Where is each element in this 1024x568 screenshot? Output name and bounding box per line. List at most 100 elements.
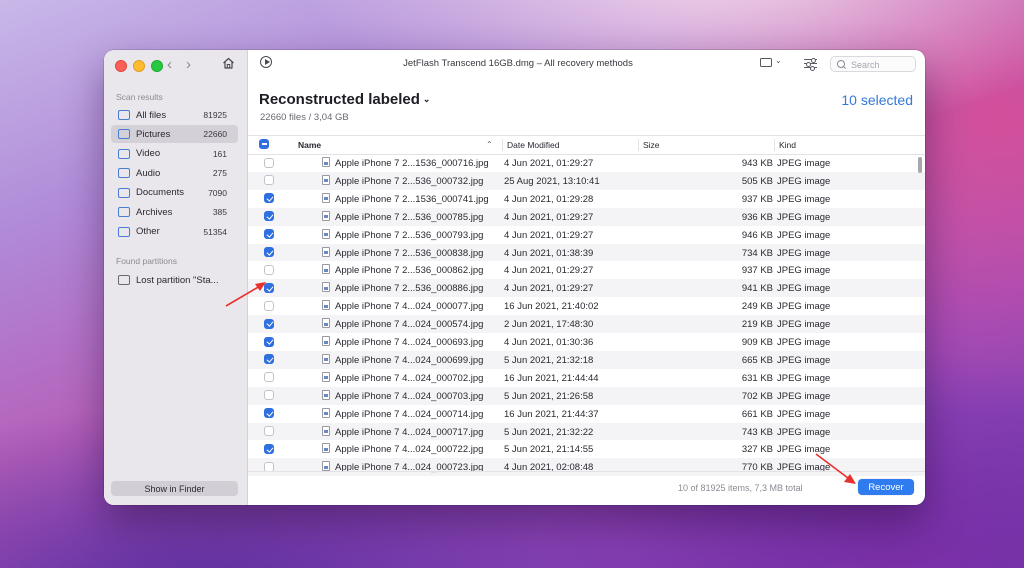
jpeg-file-icon — [322, 336, 330, 346]
recover-button[interactable]: Recover — [858, 479, 914, 495]
file-size: 505 KB — [741, 175, 773, 187]
row-checkbox[interactable] — [264, 426, 274, 436]
sidebar-item-archives[interactable]: Archives 385 — [111, 203, 238, 221]
file-name: Apple iPhone 7 2...536_000886.jpg — [335, 283, 484, 295]
row-checkbox[interactable] — [264, 372, 274, 383]
file-name: Apple iPhone 7 2...536_000862.jpg — [335, 265, 484, 277]
row-checkbox[interactable] — [264, 157, 274, 168]
table-row[interactable]: Apple iPhone 7 4...024_000077.jpg 16 Jun … — [248, 297, 925, 315]
row-checkbox[interactable] — [264, 443, 274, 454]
column-kind[interactable]: Kind — [779, 140, 796, 150]
column-size[interactable]: Size — [643, 140, 660, 150]
file-name: Apple iPhone 7 4...024_000717.jpg — [335, 426, 484, 438]
file-size: 734 KB — [741, 247, 773, 259]
file-size: 937 KB — [741, 193, 773, 205]
other-icon — [118, 226, 130, 237]
sidebar-item-documents[interactable]: Documents 7090 — [111, 184, 238, 202]
table-row[interactable]: Apple iPhone 7 4...024_000574.jpg 2 Jun 2… — [248, 315, 925, 333]
sidebar-item-audio[interactable]: Audio 275 — [111, 164, 238, 182]
file-kind: JPEG image — [777, 372, 831, 384]
file-date-modified: 4 Jun 2021, 01:29:27 — [504, 211, 594, 223]
sidebar-item-other[interactable]: Other 51354 — [111, 223, 238, 241]
select-all-checkbox[interactable] — [259, 139, 269, 149]
filter-sliders-icon[interactable] — [804, 57, 817, 71]
show-in-finder-button[interactable]: Show in Finder — [111, 481, 238, 496]
file-size: 946 KB — [741, 229, 773, 241]
back-chevron-icon[interactable]: ‹ — [167, 56, 172, 73]
sidebar-item-all-files[interactable]: All files 81925 — [111, 106, 238, 124]
sidebar-item-lost-partition[interactable]: Lost partition "Sta... — [111, 271, 238, 289]
row-checkbox[interactable] — [264, 336, 274, 347]
table-row[interactable]: Apple iPhone 7 2...536_000886.jpg 4 Jun 2… — [248, 279, 925, 298]
file-kind: JPEG image — [777, 229, 831, 241]
file-size: 936 KB — [741, 211, 773, 223]
jpeg-file-icon — [322, 389, 330, 400]
scan-results-heading: Scan results — [116, 92, 163, 102]
sidebar-item-label: All files — [136, 109, 167, 121]
table-row[interactable]: Apple iPhone 7 2...536_000785.jpg 4 Jun 2… — [248, 207, 925, 226]
table-row[interactable]: Apple iPhone 7 2...536_000732.jpg 25 Aug … — [248, 171, 925, 190]
file-name: Apple iPhone 7 2...536_000732.jpg — [335, 175, 484, 187]
table-row[interactable]: Apple iPhone 7 2...536_000862.jpg 4 Jun 2… — [248, 261, 925, 279]
file-kind: JPEG image — [777, 265, 831, 277]
row-checkbox[interactable] — [264, 229, 274, 240]
sidebar-item-label: Other — [136, 226, 160, 237]
row-checkbox[interactable] — [264, 354, 274, 365]
sidebar-item-label: Pictures — [136, 128, 171, 140]
table-row[interactable]: Apple iPhone 7 4...024_000703.jpg 5 Jun 2… — [248, 386, 925, 405]
column-separator — [638, 139, 639, 151]
search-input[interactable] — [849, 58, 915, 72]
table-row[interactable]: Apple iPhone 7 2...1536_000741.jpg 4 Jun … — [248, 190, 925, 208]
table-row[interactable]: Apple iPhone 7 4...024_000714.jpg 16 Jun … — [248, 405, 925, 423]
home-icon[interactable] — [222, 57, 235, 69]
table-row[interactable]: Apple iPhone 7 2...536_000793.jpg 4 Jun 2… — [248, 226, 925, 244]
file-date-modified: 5 Jun 2021, 21:32:18 — [504, 354, 594, 366]
window-title: JetFlash Transcend 16GB.dmg – All recove… — [403, 58, 633, 69]
file-size: 743 KB — [741, 426, 773, 438]
folder-title[interactable]: Reconstructed labeled ⌄ — [259, 91, 430, 108]
forward-chevron-icon[interactable]: › — [186, 56, 191, 73]
column-name[interactable]: Name — [298, 140, 321, 150]
file-kind: JPEG image — [777, 390, 831, 402]
table-row[interactable]: Apple iPhone 7 4...024_000699.jpg 5 Jun 2… — [248, 350, 925, 369]
row-checkbox[interactable] — [264, 390, 274, 401]
sidebar-item-pictures[interactable]: Pictures 22660 — [111, 125, 238, 143]
file-kind: JPEG image — [777, 354, 831, 366]
row-checkbox[interactable] — [264, 175, 274, 186]
file-size: 327 KB — [741, 444, 773, 456]
folder-summary: 22660 files / 3,04 GB — [260, 112, 349, 123]
chevron-down-icon: ⌄ — [422, 94, 431, 104]
file-kind: JPEG image — [777, 319, 831, 331]
row-checkbox[interactable] — [264, 193, 274, 204]
minimize-window-button[interactable] — [133, 60, 145, 72]
sidebar-item-label: Video — [136, 148, 161, 159]
table-row[interactable]: Apple iPhone 7 4...024_000693.jpg 4 Jun 2… — [248, 333, 925, 351]
table-row[interactable]: Apple iPhone 7 2...536_000838.jpg 4 Jun 2… — [248, 243, 925, 262]
table-row[interactable]: Apple iPhone 7 4...024_000717.jpg 5 Jun 2… — [248, 422, 925, 441]
file-name: Apple iPhone 7 4...024_000714.jpg — [335, 408, 484, 420]
row-checkbox[interactable] — [264, 247, 274, 257]
zoom-window-button[interactable] — [151, 60, 163, 72]
sidebar-item-video[interactable]: Video 161 — [111, 145, 238, 163]
table-row[interactable]: Apple iPhone 7 2...1536_000716.jpg 4 Jun … — [248, 154, 925, 172]
search-field[interactable] — [830, 56, 916, 72]
sidebar-item-count: 81925 — [203, 110, 227, 120]
close-window-button[interactable] — [115, 60, 127, 72]
chevron-down-icon[interactable]: ⌄ — [775, 56, 782, 65]
file-date-modified: 5 Jun 2021, 21:32:22 — [504, 426, 594, 438]
file-date-modified: 4 Jun 2021, 01:29:27 — [504, 158, 594, 169]
file-size: 219 KB — [741, 319, 773, 331]
vertical-scrollbar[interactable] — [918, 157, 922, 173]
table-row[interactable]: Apple iPhone 7 4...024_000702.jpg 16 Jun … — [248, 369, 925, 387]
sort-chevron-icon: ⌃ — [486, 140, 493, 149]
row-checkbox[interactable] — [264, 264, 274, 275]
row-checkbox[interactable] — [264, 318, 274, 329]
drive-icon — [118, 275, 130, 285]
column-date-modified[interactable]: Date Modified — [507, 140, 559, 150]
found-partitions-heading: Found partitions — [116, 256, 177, 266]
row-checkbox[interactable] — [264, 408, 274, 419]
view-mode-icon[interactable] — [760, 58, 772, 67]
file-date-modified: 16 Jun 2021, 21:44:44 — [504, 372, 599, 384]
file-size: 249 KB — [741, 301, 773, 313]
row-checkbox[interactable] — [264, 211, 274, 222]
